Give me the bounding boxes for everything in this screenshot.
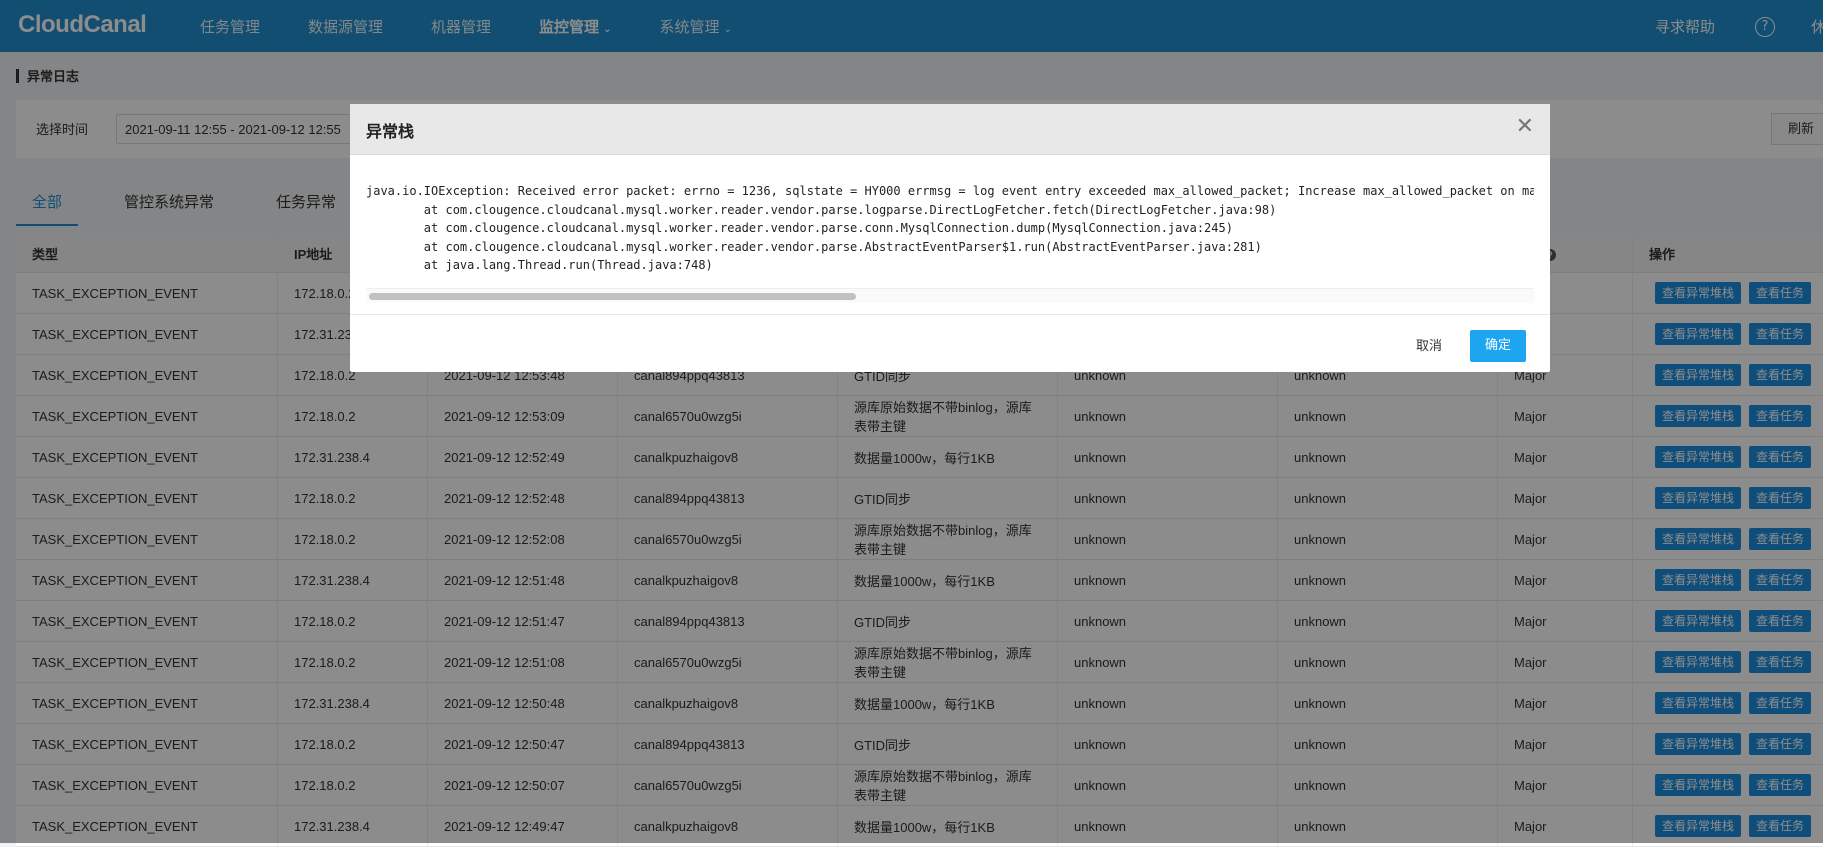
modal-footer: 取消 确定 bbox=[350, 314, 1550, 373]
cancel-button[interactable]: 取消 bbox=[1404, 331, 1454, 363]
stack-trace-container: java.io.IOException: Received error pack… bbox=[366, 182, 1534, 307]
modal-title: 异常栈 bbox=[366, 122, 415, 141]
stack-trace-text: java.io.IOException: Received error pack… bbox=[366, 184, 1534, 272]
close-icon[interactable]: ✕ bbox=[1516, 116, 1534, 138]
scrollbar-thumb[interactable] bbox=[369, 293, 856, 300]
modal-header: 异常栈 ✕ bbox=[350, 104, 1550, 155]
exception-stack-modal: 异常栈 ✕ java.io.IOException: Received erro… bbox=[350, 104, 1550, 372]
confirm-button[interactable]: 确定 bbox=[1470, 330, 1526, 362]
horizontal-scrollbar[interactable] bbox=[366, 288, 1534, 303]
